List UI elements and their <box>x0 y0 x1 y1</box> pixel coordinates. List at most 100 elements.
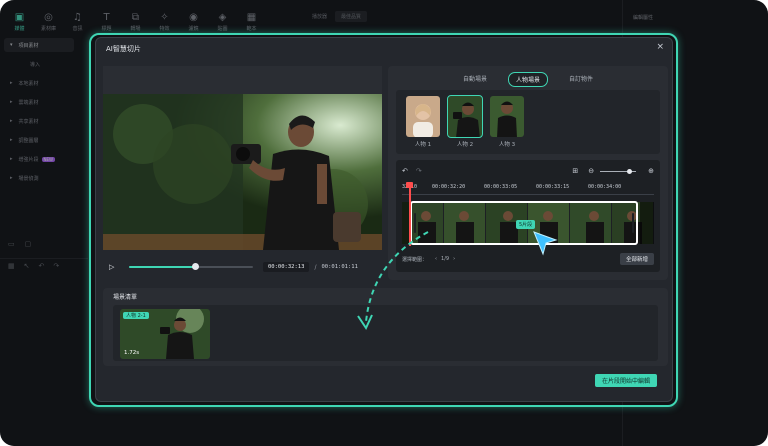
chevron-right-icon: ▸ <box>10 118 13 124</box>
chevron-right-icon: ▸ <box>10 80 13 86</box>
sidebar-item-import[interactable]: 導入 <box>4 57 74 71</box>
redo-icon[interactable]: ↷ <box>53 262 59 270</box>
chevron-right-icon: ▸ <box>10 156 13 162</box>
range-label: 選擇範圍： <box>402 256 428 263</box>
folder-icon[interactable]: ▭ <box>8 240 15 248</box>
chevron-right-icon[interactable]: › <box>453 256 455 262</box>
nav-transition[interactable]: ⧉ 轉場 <box>122 10 149 34</box>
dialog-title: AI智慧切片 <box>106 45 141 53</box>
tab-custom-object[interactable]: 自訂物件 <box>562 72 600 87</box>
preview-frame <box>103 94 382 250</box>
zoom-in-icon[interactable]: ⊕ <box>648 167 654 175</box>
sidebar-item-adjust[interactable]: ▸ 調整圖層 <box>4 133 74 147</box>
effects-icon: ✧ <box>160 11 169 23</box>
title-icon: T <box>103 11 110 23</box>
timeline-toolbar: ▦ ↖ ↶ ↷ <box>8 262 59 270</box>
chevron-down-icon: ▾ <box>10 42 13 48</box>
sidebar-footer: ▭ ▢ <box>8 240 31 248</box>
scrubber-handle[interactable] <box>191 263 199 270</box>
playhead-marker[interactable] <box>406 182 413 188</box>
editor-footer: 選擇範圍： ‹ 1/9 › 全部新增 <box>402 252 654 266</box>
ruler-divider <box>402 194 654 195</box>
nav-filter[interactable]: ◉ 濾鏡 <box>180 10 207 34</box>
scene-list-title: 場景清單 <box>113 294 138 301</box>
clip-person-tag: 人物 2-1 <box>123 312 149 319</box>
person-card-2[interactable]: 人物 2 <box>447 95 483 148</box>
unselected-shade <box>640 202 654 244</box>
zoom-slider[interactable] <box>600 168 637 174</box>
editor-window: ▣ 媒體 ◎ 素材庫 ♫ 音訊 T 標題 ⧉ 轉場 ✧ 特效 ◉ 濾鏡 ◈ 貼圖 ▦ 範本 播放器… <box>0 0 768 446</box>
clip-range-editor: ↶ ↷ ⊞ ⊖ ⊕ 32:10 00:00:32:20 00:00:33:05 … <box>396 160 660 272</box>
ai-smart-clip-dialog: AI智慧切片 × ▷ 00:00:32:13 / 00:01:01:11 自動場… <box>95 37 673 402</box>
select-icon[interactable]: ↖ <box>24 262 30 270</box>
nav-effects[interactable]: ✧ 特效 <box>151 10 178 34</box>
nav-template[interactable]: ▦ 範本 <box>238 10 265 34</box>
player-label: 播放器 <box>312 13 328 20</box>
close-icon[interactable]: × <box>656 42 664 52</box>
sidebar-item-local[interactable]: ▸ 本地素材 <box>4 76 74 90</box>
media-sidebar: ▾ 項目素材 導入 ▸ 本地素材 ▸ 雲端素材 ▸ 共享素材 ▸ 調整圖層 ▸ 增強片段 NE… <box>4 38 74 190</box>
filter-icon: ◉ <box>189 11 198 23</box>
page-indicator: 1/9 <box>441 256 450 262</box>
tab-person-scene[interactable]: 人物場景 <box>507 72 548 87</box>
zoom-handle[interactable] <box>626 168 632 174</box>
nav-media[interactable]: ▣ 媒體 <box>6 10 33 34</box>
quality-select[interactable]: 最佳品質 <box>335 10 368 22</box>
video-preview <box>103 94 382 250</box>
nav-audio[interactable]: ♫ 音訊 <box>64 10 91 34</box>
new-badge: NEW <box>41 156 56 162</box>
play-icon[interactable]: ▷ <box>109 263 121 271</box>
media-icon: ▣ <box>14 11 25 23</box>
audio-icon: ♫ <box>73 11 82 23</box>
player-settings: 播放器 最佳品質 <box>312 8 612 24</box>
ruler-tick: 00:00:33:15 <box>536 184 570 190</box>
clip-duration: 1.72s <box>124 350 140 356</box>
sidebar-item-scene[interactable]: ▸ 場景偵測 <box>4 171 74 185</box>
ruler-tick: 00:00:34:00 <box>588 184 622 190</box>
scene-list-panel: 場景清單 人物 2-1 1.72s <box>103 288 668 366</box>
scrubber-progress <box>129 266 195 268</box>
transition-icon: ⧉ <box>131 11 140 23</box>
person-card-1[interactable]: 人物 1 <box>406 96 440 148</box>
mode-tabs: 自動場景 人物場景 自訂物件 <box>388 72 668 87</box>
properties-title: 編輯屬性 <box>633 15 654 21</box>
person-thumbnail <box>406 96 440 137</box>
top-nav: ▣ 媒體 ◎ 素材庫 ♫ 音訊 T 標題 ⧉ 轉場 ✧ 特效 ◉ 濾鏡 ◈ 貼圖 ▦ 範本 <box>6 10 265 34</box>
timecode-separator: / <box>314 263 317 271</box>
chevron-right-icon: ▸ <box>10 99 13 105</box>
sidebar-item-project[interactable]: ▾ 項目素材 <box>4 38 74 52</box>
split-icon[interactable]: ⊞ <box>572 167 578 175</box>
template-icon: ▦ <box>246 11 257 23</box>
new-folder-icon[interactable]: ▢ <box>25 240 32 248</box>
nav-sticker[interactable]: ◈ 貼圖 <box>209 10 236 34</box>
nav-stock[interactable]: ◎ 素材庫 <box>35 10 62 34</box>
scene-clip[interactable]: 人物 2-1 1.72s <box>120 309 210 359</box>
person-card-3[interactable]: 人物 3 <box>490 96 524 148</box>
segment-label: 5片段 <box>516 220 536 229</box>
player-controls: ▷ 00:00:32:13 / 00:01:01:11 <box>103 259 382 275</box>
tab-auto-scene[interactable]: 自動場景 <box>456 72 494 87</box>
total-timecode: 00:01:01:11 <box>321 264 358 270</box>
detection-panel: 自動場景 人物場景 自訂物件 人物 1 人物 2 人物 3 ↶ ↷ ⊞ ⊖ ⊕ … <box>388 66 668 280</box>
person-thumbnail <box>490 96 524 137</box>
sidebar-item-shared[interactable]: ▸ 共享素材 <box>4 114 74 128</box>
range-handle-left[interactable] <box>414 213 416 233</box>
undo-icon[interactable]: ↶ <box>402 167 408 175</box>
add-all-button[interactable]: 全部新增 <box>619 253 654 265</box>
chevron-left-icon[interactable]: ‹ <box>435 256 437 262</box>
playhead[interactable] <box>406 182 413 246</box>
ruler-tick: 00:00:32:20 <box>432 184 466 190</box>
zoom-out-icon[interactable]: ⊖ <box>588 167 594 175</box>
nav-title[interactable]: T 標題 <box>93 10 120 34</box>
sidebar-item-enhance[interactable]: ▸ 增強片段 NEW <box>4 152 74 166</box>
edit-in-timeline-button[interactable]: 在片段開始中編輯 <box>594 374 657 387</box>
redo-icon[interactable]: ↷ <box>416 167 422 175</box>
sidebar-item-cloud[interactable]: ▸ 雲端素材 <box>4 95 74 109</box>
range-handle-right[interactable] <box>632 213 634 233</box>
grid-icon[interactable]: ▦ <box>8 262 15 270</box>
time-ruler: 32:10 00:00:32:20 00:00:33:05 00:00:33:1… <box>402 184 654 194</box>
undo-icon[interactable]: ↶ <box>39 262 45 270</box>
ruler-tick: 00:00:33:05 <box>484 184 518 190</box>
player-scrubber[interactable] <box>129 263 253 270</box>
current-timecode: 00:00:32:13 <box>263 262 310 272</box>
